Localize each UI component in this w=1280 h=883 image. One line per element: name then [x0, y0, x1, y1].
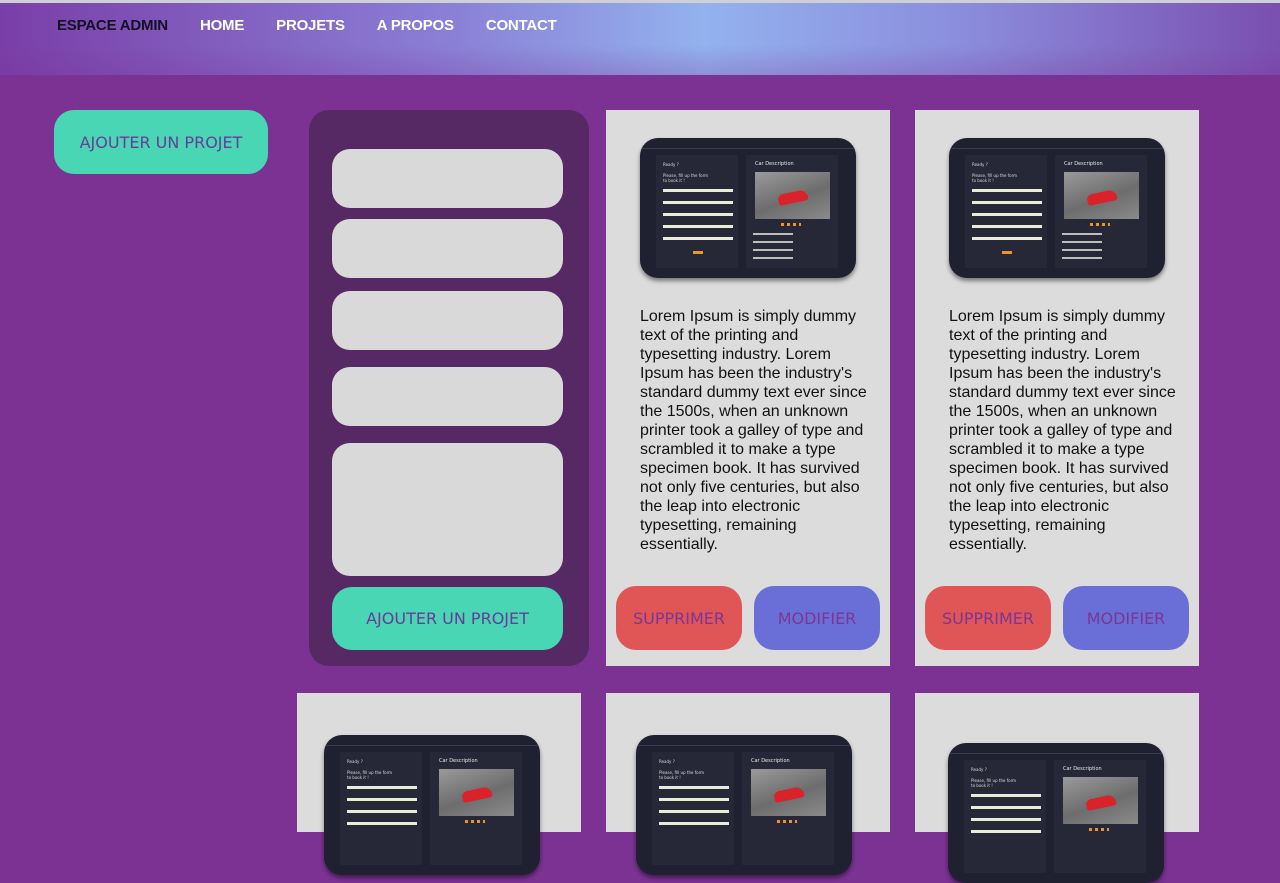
- form-field-4[interactable]: [332, 367, 563, 426]
- add-project-button[interactable]: AJOUTER UN PROJET: [54, 110, 268, 174]
- add-project-form: AJOUTER UN PROJET: [309, 110, 589, 666]
- car-image: [751, 769, 826, 816]
- project-thumbnail: Ready ? Please, fill up the form to book…: [324, 735, 540, 875]
- form-field-3[interactable]: [332, 291, 563, 350]
- modify-button[interactable]: MODIFIER: [1063, 586, 1189, 650]
- nav-brand[interactable]: ESPACE ADMIN: [57, 17, 168, 34]
- project-card: Ready ? Please, fill up the form to book…: [915, 110, 1199, 666]
- nav-item-projets[interactable]: PROJETS: [276, 17, 345, 34]
- delete-button[interactable]: SUPPRIMER: [925, 586, 1051, 650]
- car-image: [439, 769, 514, 816]
- form-field-2[interactable]: [332, 219, 563, 278]
- project-thumbnail: Ready ? Please, fill up the form to book…: [948, 743, 1164, 883]
- top-navbar: ESPACE ADMIN HOME PROJETS A PROPOS CONTA…: [0, 0, 1280, 75]
- modify-button[interactable]: MODIFIER: [754, 586, 880, 650]
- nav-menu: ESPACE ADMIN HOME PROJETS A PROPOS CONTA…: [57, 17, 557, 34]
- project-card: Ready ? Please, fill up the form to book…: [297, 693, 581, 875]
- car-image: [755, 172, 830, 219]
- car-image: [1063, 777, 1138, 824]
- nav-item-a-propos[interactable]: A PROPOS: [377, 17, 454, 34]
- car-image: [1064, 172, 1139, 219]
- project-card: Ready ? Please, fill up the form to book…: [915, 693, 1199, 883]
- nav-item-contact[interactable]: CONTACT: [486, 17, 557, 34]
- form-submit-button[interactable]: AJOUTER UN PROJET: [332, 587, 563, 650]
- form-field-1[interactable]: [332, 149, 563, 208]
- project-card: Ready ? Please, fill up the form to book…: [606, 110, 890, 666]
- form-field-description[interactable]: [332, 443, 563, 576]
- project-description: Lorem Ipsum is simply dummy text of the …: [640, 308, 867, 553]
- project-thumbnail: Ready ? Please, fill up the form to book…: [636, 735, 852, 875]
- project-thumbnail: Ready ? Please, fill up the form to book…: [640, 138, 856, 278]
- project-thumbnail: Ready ? Please, fill up the form to book…: [949, 138, 1165, 278]
- nav-item-home[interactable]: HOME: [200, 17, 244, 34]
- project-card: Ready ? Please, fill up the form to book…: [606, 693, 890, 875]
- project-description: Lorem Ipsum is simply dummy text of the …: [949, 308, 1176, 553]
- delete-button[interactable]: SUPPRIMER: [616, 586, 742, 650]
